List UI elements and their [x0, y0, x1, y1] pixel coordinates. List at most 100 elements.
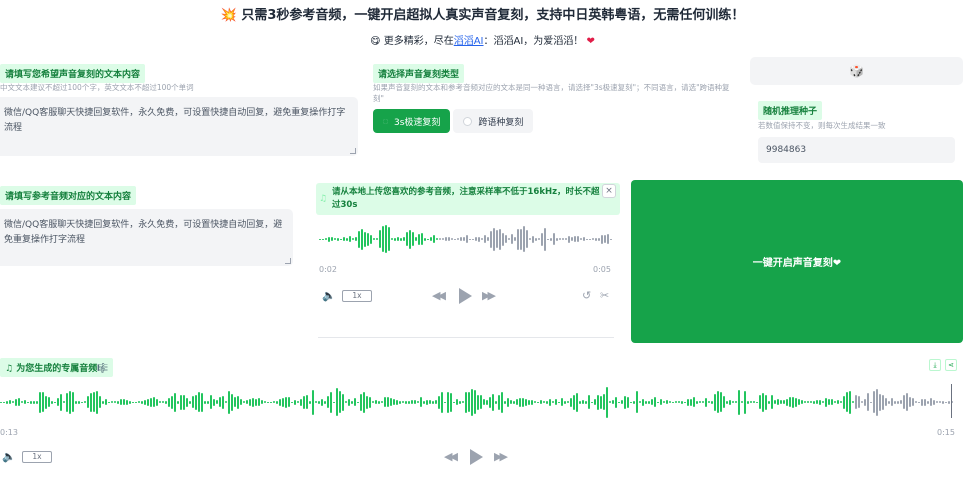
output-audio-waveform[interactable] — [0, 384, 955, 420]
ref-audio-divider — [318, 337, 614, 338]
volume-icon[interactable]: 🔈 — [2, 450, 16, 463]
waveform-bar — [451, 238, 453, 240]
waveform-bar — [420, 397, 422, 407]
waveform-bar — [741, 401, 743, 403]
rewind-icon[interactable]: ◀◀ — [444, 450, 458, 463]
waveform-bar — [645, 400, 647, 404]
resize-handle[interactable] — [350, 148, 356, 154]
waveform-bar — [543, 401, 545, 403]
waveform-bar — [435, 400, 437, 404]
output-time-current: 0:13 — [0, 428, 18, 437]
waveform-bar — [285, 396, 287, 408]
waveform-bar — [601, 234, 603, 244]
taotao-ai-link[interactable]: 滔滔AI — [454, 36, 484, 47]
waveform-bar — [610, 238, 612, 240]
resize-handle[interactable] — [285, 258, 291, 264]
waveform-bar — [489, 396, 491, 408]
playhead-cursor — [951, 384, 952, 418]
waveform-bar — [589, 238, 591, 240]
waveform-bar — [598, 237, 600, 241]
ref-audio-upload-banner[interactable]: ♫ 请从本地上传您喜欢的参考音频，注意采样率不低于16kHz，时长不超过30s — [316, 183, 620, 215]
waveform-bar — [379, 230, 381, 248]
fast-forward-icon[interactable]: ▶▶ — [494, 450, 508, 463]
ref-playback-speed-button[interactable]: 1x — [342, 290, 372, 302]
scissors-icon[interactable]: ✂ — [600, 289, 609, 302]
waveform-bar — [523, 226, 525, 252]
clone-type-radio-group: 3s极速复刻 跨语种复刻 — [373, 109, 534, 133]
generate-button[interactable]: 一键开启声音复刻❤ — [631, 180, 963, 343]
waveform-bar — [595, 237, 597, 241]
waveform-bar — [153, 397, 155, 407]
waveform-bar — [102, 400, 104, 404]
waveform-bar — [402, 401, 404, 403]
waveform-bar — [511, 234, 513, 244]
waveform-bar — [807, 401, 809, 403]
clone-type-label: 请选择声音复刻类型 — [373, 64, 465, 83]
undo-icon[interactable]: ↺ — [582, 289, 591, 302]
waveform-bar — [403, 237, 405, 241]
waveform-bar — [252, 397, 254, 407]
waveform-bar — [586, 238, 588, 240]
play-icon[interactable] — [459, 288, 472, 304]
waveform-bar — [429, 400, 431, 404]
close-icon[interactable]: × — [602, 184, 616, 198]
waveform-bar — [783, 400, 785, 404]
waveform-bar — [492, 393, 494, 411]
waveform-bar — [819, 399, 821, 405]
waveform-bar — [732, 401, 734, 403]
waveform-bar — [525, 398, 527, 406]
waveform-bar — [771, 395, 773, 409]
ref-text-input[interactable]: 微信/QQ客服聊天快捷回复软件，永久免费，可设置快捷自动回复，避免重复操作打字流… — [0, 209, 293, 266]
fast-forward-icon[interactable]: ▶▶ — [482, 289, 496, 302]
waveform-bar — [480, 395, 482, 409]
radio-fast-clone[interactable]: 3s极速复刻 — [373, 109, 451, 133]
waveform-bar — [180, 394, 182, 410]
ref-audio-waveform[interactable] — [319, 222, 615, 256]
waveform-bar — [873, 391, 875, 413]
target-text-input[interactable]: 微信/QQ客服聊天快捷回复软件，永久免费，可设置快捷自动回复，避免重复操作打字流… — [0, 97, 358, 156]
subtitle-suffix: ：滔滔AI，为爱滔滔！ — [483, 36, 584, 47]
waveform-bar — [609, 401, 611, 403]
waveform-bar — [183, 394, 185, 410]
download-icon[interactable]: ⤓ — [929, 359, 941, 371]
waveform-bar — [430, 237, 432, 241]
waveform-bar — [387, 397, 389, 407]
waveform-bar — [939, 401, 941, 403]
waveform-bar — [421, 233, 423, 245]
output-playback-speed-button[interactable]: 1x — [22, 451, 52, 463]
waveform-bar — [339, 391, 341, 413]
waveform-bar — [474, 390, 476, 414]
waveform-bar — [930, 398, 932, 406]
play-icon[interactable] — [470, 449, 483, 465]
volume-icon[interactable]: 🔈 — [322, 289, 336, 302]
waveform-bar — [393, 399, 395, 405]
heart-icon: ❤ — [586, 36, 595, 47]
radio-cross-lingual[interactable]: 跨语种复刻 — [453, 109, 534, 133]
waveform-bar — [427, 238, 429, 240]
waveform-bar — [361, 228, 363, 250]
waveform-bar — [531, 399, 533, 405]
waveform-bar — [228, 390, 230, 414]
waveform-bar — [418, 233, 420, 245]
share-icon[interactable]: ⋖ — [945, 359, 957, 371]
random-seed-button[interactable]: 🎲 — [750, 57, 963, 85]
waveform-bar — [516, 399, 518, 405]
waveform-bar — [834, 401, 836, 403]
waveform-bar — [538, 238, 540, 240]
waveform-bar — [468, 392, 470, 412]
waveform-bar — [469, 238, 471, 240]
waveform-bar — [363, 391, 365, 413]
waveform-bar — [669, 401, 671, 403]
waveform-bar — [9, 400, 11, 404]
seed-input[interactable]: 9984863 — [758, 137, 955, 163]
waveform-bar — [319, 238, 321, 240]
waveform-bar — [96, 390, 98, 414]
waveform-bar — [672, 401, 674, 403]
waveform-bar — [340, 238, 342, 240]
waveform-bar — [453, 401, 455, 403]
waveform-bar — [567, 401, 569, 403]
rewind-icon[interactable]: ◀◀ — [432, 289, 446, 302]
ref-time-total: 0:05 — [593, 265, 611, 274]
waveform-bar — [108, 401, 110, 403]
waveform-bar — [334, 238, 336, 240]
